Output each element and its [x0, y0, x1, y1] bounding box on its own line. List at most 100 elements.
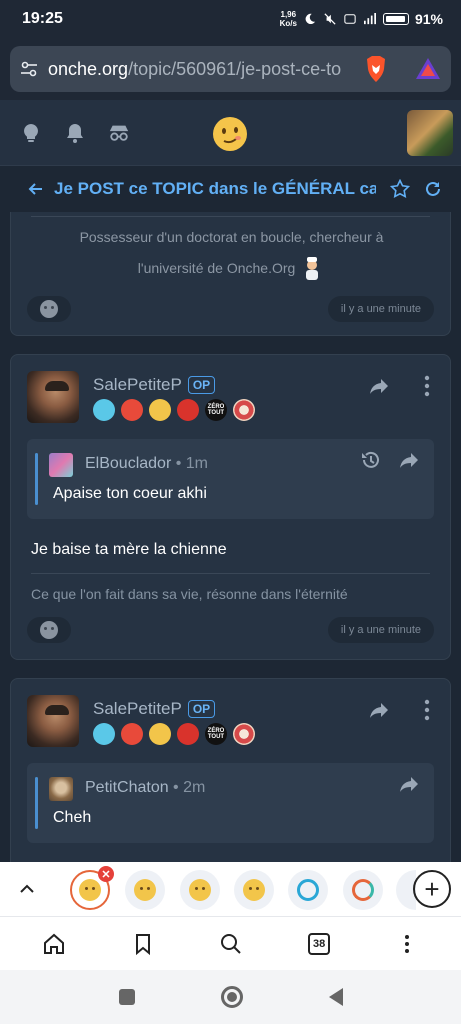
status-bar: 19:25 1,96 Ko/s 91%: [0, 0, 461, 38]
smiley-icon: [40, 621, 58, 639]
tray-sticker[interactable]: [180, 870, 220, 910]
user-badges: ZÉRO TOUT: [93, 723, 255, 745]
chevron-up-icon[interactable]: [18, 880, 36, 898]
tabs-count[interactable]: 38: [308, 932, 331, 955]
badge-star-icon: [93, 399, 115, 421]
post-author[interactable]: SalePetiteP OP: [93, 375, 216, 395]
badge-clown-icon: [121, 399, 143, 421]
op-badge: OP: [187, 376, 216, 394]
tray-sticker-active[interactable]: ✕: [70, 866, 114, 910]
network-speed: 1,96 Ko/s: [279, 10, 297, 28]
tray-sticker[interactable]: [288, 870, 328, 910]
star-icon[interactable]: [390, 179, 410, 199]
volte-icon: [344, 14, 356, 24]
avatar[interactable]: [49, 453, 73, 477]
tune-icon[interactable]: [20, 60, 38, 78]
badge-chef-icon: [177, 723, 199, 745]
tray-sticker[interactable]: [234, 870, 274, 910]
op-badge: OP: [187, 700, 216, 718]
post-signature: Ce que l'on fait dans sa vie, résonne da…: [31, 573, 430, 602]
mute-icon: [324, 13, 336, 25]
post-time[interactable]: il y a une minute: [327, 296, 434, 322]
post-signature: Possesseur d'un doctorat en boucle, cher…: [11, 222, 452, 284]
badge-zero-tout: ZÉRO TOUT: [205, 399, 227, 421]
ring-icon: [297, 879, 319, 901]
quote-bar: [35, 453, 38, 505]
badge-chef-icon: [177, 399, 199, 421]
share-icon[interactable]: [398, 773, 420, 795]
badge-flower-icon: [233, 399, 255, 421]
posts-feed[interactable]: Possesseur d'un doctorat en boucle, cher…: [0, 212, 461, 862]
quote-text: Cheh: [53, 809, 92, 826]
share-icon[interactable]: [368, 375, 390, 397]
home-icon[interactable]: [42, 932, 66, 956]
smiley-icon: [79, 879, 101, 901]
tray-sticker[interactable]: [343, 870, 383, 910]
smiley-icon: [243, 879, 265, 901]
bulb-icon[interactable]: [20, 122, 42, 144]
smiley-logo-icon[interactable]: [212, 116, 248, 152]
browser-toolbar: onche.org/topic/560961/je-post-ce-to: [0, 38, 461, 100]
more-icon[interactable]: [424, 375, 430, 397]
quote-bar: [35, 777, 38, 829]
signal-icon: [363, 13, 376, 25]
ring-icon: [352, 879, 374, 901]
badge-clown-icon: [121, 723, 143, 745]
post-card: Possesseur d'un doctorat en boucle, cher…: [10, 212, 451, 336]
back-button[interactable]: [328, 988, 343, 1006]
battery-percent: 91%: [414, 11, 443, 27]
url-bar[interactable]: onche.org/topic/560961/je-post-ce-to: [10, 46, 451, 92]
smiley-icon: [134, 879, 156, 901]
brave-lion-icon[interactable]: [363, 55, 389, 83]
quoted-message[interactable]: ElBouclador • 1m Apaise ton coeur akhi: [27, 439, 434, 519]
share-icon[interactable]: [368, 699, 390, 721]
avatar[interactable]: [27, 695, 79, 747]
plus-icon[interactable]: +: [413, 870, 451, 908]
url-text[interactable]: onche.org/topic/560961/je-post-ce-to: [48, 59, 353, 80]
badge-smiley-icon: [149, 723, 171, 745]
kebab-icon[interactable]: [395, 932, 419, 956]
post-time[interactable]: il y a une minute: [327, 617, 434, 643]
badge-zero-tout: ZÉRO TOUT: [205, 723, 227, 745]
badge-smiley-icon: [149, 399, 171, 421]
quote-author[interactable]: ElBouclador • 1m: [85, 455, 208, 473]
topic-title-bar: Je POST ce TOPIC dans le GÉNÉRAL car: [0, 166, 461, 212]
search-icon[interactable]: [219, 932, 243, 956]
post-body: Je baise ta mère la chienne: [31, 541, 227, 558]
home-button[interactable]: [220, 986, 243, 1008]
site-header: [0, 100, 461, 166]
topic-title[interactable]: Je POST ce TOPIC dans le GÉNÉRAL car: [54, 179, 376, 199]
post-card: SalePetiteP OP ZÉRO TOUT ElBouclador • 1m…: [10, 354, 451, 660]
status-icons: 1,96 Ko/s 91%: [280, 10, 443, 28]
avatar[interactable]: [27, 371, 79, 423]
triangle-icon[interactable]: [415, 56, 441, 82]
tray-sticker[interactable]: [125, 870, 165, 910]
more-icon[interactable]: [424, 699, 430, 721]
smiley-icon: [40, 300, 58, 318]
history-icon[interactable]: [360, 449, 382, 471]
status-time: 19:25: [22, 10, 63, 27]
post-card: SalePetiteP OP ZÉRO TOUT PetitChaton • 2m…: [10, 678, 451, 862]
avatar[interactable]: [49, 777, 73, 801]
reaction-button[interactable]: [27, 617, 71, 643]
badge-flower-icon: [233, 723, 255, 745]
post-author[interactable]: SalePetiteP OP: [93, 699, 216, 719]
incognito-icon[interactable]: [108, 122, 130, 144]
system-nav-bar: [0, 970, 461, 1024]
quote-author[interactable]: PetitChaton • 2m: [85, 779, 205, 797]
battery-icon: [382, 13, 409, 25]
divider: [31, 216, 430, 217]
quote-text: Apaise ton coeur akhi: [53, 485, 207, 502]
bookmark-icon[interactable]: [131, 932, 155, 956]
profile-avatar[interactable]: [407, 110, 453, 156]
reaction-button[interactable]: [27, 296, 71, 322]
share-icon[interactable]: [398, 449, 420, 471]
quoted-message[interactable]: PetitChaton • 2m Cheh: [27, 763, 434, 843]
back-arrow-icon[interactable]: [28, 181, 44, 197]
refresh-icon[interactable]: [424, 180, 442, 198]
close-icon[interactable]: ✕: [98, 866, 114, 882]
emoji-tray: ✕ +: [0, 862, 461, 916]
recents-button[interactable]: [118, 989, 135, 1005]
smiley-icon: [189, 879, 211, 901]
bell-icon[interactable]: [64, 122, 86, 144]
